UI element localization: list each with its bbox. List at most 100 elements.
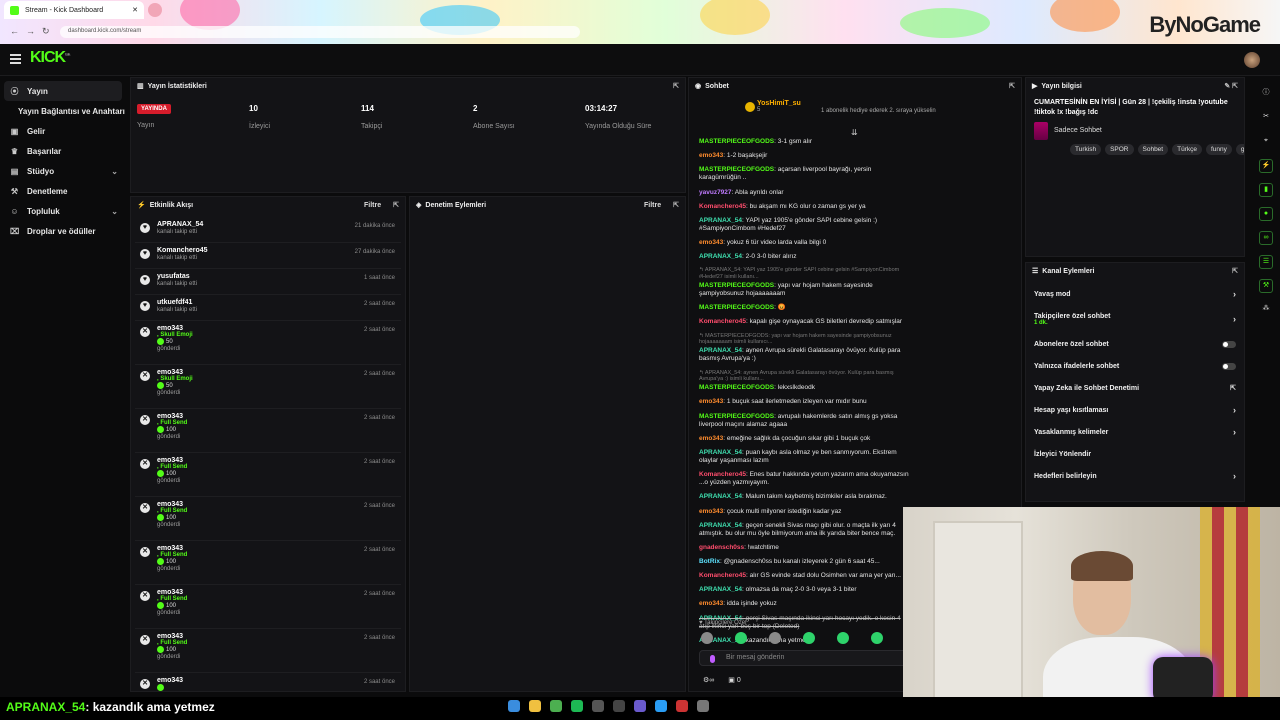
channel-action-item[interactable]: Hedefleri belirleyin › [1026, 465, 1244, 487]
chat-username[interactable]: APRANAX_54 [699, 586, 742, 593]
chat-username[interactable]: APRANAX_54 [699, 522, 742, 529]
tag-chip[interactable]: SPOR [1105, 143, 1134, 155]
chat-username[interactable]: yavuz7927 [699, 189, 732, 196]
chat-username[interactable]: MASTERPIECEOFGODS [699, 384, 774, 391]
chevron-right-icon[interactable]: › [1233, 289, 1236, 299]
toggle-switch[interactable] [1222, 362, 1236, 370]
chat-username[interactable]: MASTERPIECEOFGODS [699, 304, 774, 311]
settings-icon[interactable] [697, 700, 709, 712]
windows-start-icon[interactable] [508, 700, 520, 712]
browser-tab[interactable]: Stream - Kick Dashboard ✕ [4, 1, 144, 19]
chat-username[interactable]: emo343 [699, 398, 723, 405]
avatar[interactable] [1244, 52, 1260, 68]
stack-icon[interactable]: ☰ [1259, 255, 1273, 269]
channel-action-item[interactable]: Yapay Zeka ile Sohbet Denetimi ⇱ [1026, 377, 1244, 399]
activity-user[interactable]: utkuefdf41 [157, 299, 192, 306]
activity-user[interactable]: emo343 [157, 369, 183, 376]
toggle-switch[interactable] [1222, 340, 1236, 348]
spotify-icon[interactable] [571, 700, 583, 712]
sidebar-item-droplar[interactable]: ⌧ Droplar ve ödüller [0, 221, 126, 241]
channel-action-item[interactable]: Yavaş mod › [1026, 283, 1244, 305]
address-bar[interactable]: dashboard.kick.com/stream [60, 26, 580, 38]
chevron-right-icon[interactable]: › [1233, 471, 1236, 481]
kick-logo[interactable]: KICKbeta [30, 49, 70, 67]
forward-icon[interactable]: → [26, 26, 35, 36]
link-icon[interactable]: ∞ [1259, 231, 1273, 245]
channel-action-item[interactable]: Takipçilere özel sohbet 1 dk. › [1026, 305, 1244, 333]
info-icon[interactable]: ⓘ [1259, 87, 1273, 101]
filter-button[interactable]: Filtre [644, 202, 661, 209]
chat-username[interactable]: APRANAX_54 [699, 493, 742, 500]
emote-icon[interactable] [871, 632, 883, 644]
telegram-icon[interactable] [655, 700, 667, 712]
pin-toggle-icon[interactable]: ⇊ [851, 128, 858, 137]
sidebar-item-denetleme[interactable]: ⚒ Denetleme [0, 181, 126, 201]
activity-user[interactable]: emo343 [157, 589, 183, 596]
emote-icon[interactable] [701, 632, 713, 644]
chat-username[interactable]: MASTERPIECEOFGODS [699, 413, 774, 420]
chrome-icon[interactable] [550, 700, 562, 712]
discord-icon[interactable] [634, 700, 646, 712]
chat-username[interactable]: MASTERPIECEOFGODS [699, 282, 774, 289]
popout-icon[interactable]: ⇱ [1009, 82, 1015, 90]
activity-user[interactable]: emo343 [157, 545, 183, 552]
chat-username[interactable]: APRANAX_54 [699, 449, 742, 456]
chat-username[interactable]: MASTERPIECEOFGODS [699, 166, 774, 173]
sidebar-item-basarilar[interactable]: ♛ Başarılar [0, 141, 126, 161]
wrench-icon[interactable]: ⚒ [1259, 279, 1273, 293]
pinned-gifter[interactable]: YosHimiT_su 5 1 abonelik hediye ederek 2… [745, 100, 936, 114]
chat-username[interactable]: gnadensch0ss [699, 544, 744, 551]
tag-chip[interactable]: funny [1205, 143, 1232, 155]
reload-icon[interactable]: ↻ [42, 26, 50, 37]
channel-action-item[interactable]: Yalnızca ifadelerle sohbet [1026, 355, 1244, 377]
filter-button[interactable]: Filtre [364, 202, 381, 209]
activity-user[interactable]: APRANAX_54 [157, 221, 203, 228]
chat-username[interactable]: emo343 [699, 508, 723, 515]
chat-input[interactable]: Bir mesaj gönderin [699, 650, 909, 666]
settings-icon[interactable]: ⚙∞ [703, 676, 714, 684]
popout-icon[interactable]: ⇱ [673, 201, 679, 209]
back-icon[interactable]: ← [10, 26, 19, 36]
gift-counter[interactable]: ▣ 0 [728, 676, 740, 684]
activity-user[interactable]: emo343 [157, 457, 183, 464]
sidebar-item-gelir[interactable]: ▣ Gelir [0, 121, 126, 141]
trash-icon[interactable]: ▮ [1259, 183, 1273, 197]
activity-user[interactable]: emo343 [157, 413, 183, 420]
tag-chip[interactable]: gan [1235, 143, 1244, 155]
obs-icon[interactable] [592, 700, 604, 712]
tag-chip[interactable]: Sohbet [1137, 143, 1169, 155]
emote-icon[interactable] [735, 632, 747, 644]
popout-icon[interactable]: ⇱ [393, 201, 399, 209]
channel-action-item[interactable]: Abonelere özel sohbet [1026, 333, 1244, 355]
emote-icon[interactable] [803, 632, 815, 644]
chat-username[interactable]: APRANAX_54 [699, 347, 742, 354]
activity-user[interactable]: emo343 [157, 325, 183, 332]
channel-action-item[interactable]: Yasaklanmış kelimeler › [1026, 421, 1244, 443]
chat-username[interactable]: BotRix [699, 558, 720, 565]
folder-icon[interactable] [529, 700, 541, 712]
activity-user[interactable]: Komanchero45 [157, 247, 208, 254]
target-icon[interactable]: ⌖ [1259, 135, 1273, 149]
clip-icon[interactable]: ✂ [1259, 111, 1273, 125]
chat-username[interactable]: emo343 [699, 152, 723, 159]
chevron-right-icon[interactable]: › [1233, 405, 1236, 415]
chat-username[interactable]: emo343 [699, 600, 723, 607]
people-icon[interactable]: ⁂ [1259, 303, 1273, 317]
activity-user[interactable]: emo343 [157, 501, 183, 508]
sidebar-item-stream-key[interactable]: Yayın Bağlantısı ve Anahtarı [0, 101, 126, 121]
activity-user[interactable]: emo343 [157, 633, 183, 640]
chat-username[interactable]: APRANAX_54 [699, 253, 742, 260]
activity-user[interactable]: emo343 [157, 677, 183, 684]
external-link-icon[interactable]: ⇱ [1230, 384, 1236, 392]
lightning-icon[interactable]: ⚡ [1259, 159, 1273, 173]
tag-chip[interactable]: Türkçe [1172, 143, 1202, 155]
chat-username[interactable]: Komanchero45 [699, 203, 746, 210]
emote-icon[interactable] [769, 632, 781, 644]
chat-bubble-icon[interactable]: ● [1259, 207, 1273, 221]
chat-username[interactable]: Komanchero45 [699, 471, 746, 478]
chat-username[interactable]: Komanchero45 [699, 572, 746, 579]
chat-username[interactable]: Komanchero45 [699, 318, 746, 325]
emote-icon[interactable] [837, 632, 849, 644]
popout-icon[interactable]: ⇱ [1232, 267, 1238, 275]
popout-icon[interactable]: ⇱ [673, 82, 679, 90]
